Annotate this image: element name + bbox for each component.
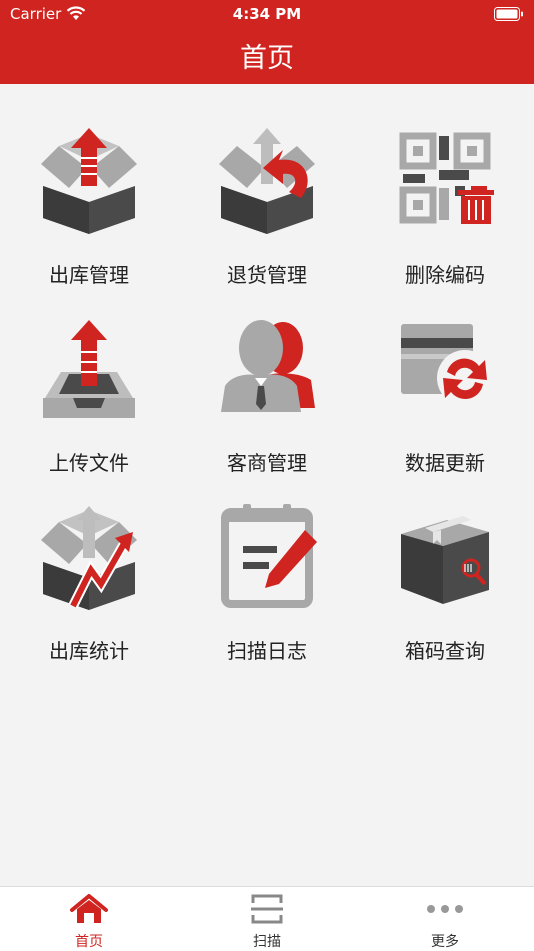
tile-customers[interactable]: 客商管理 (178, 272, 356, 475)
upload-tray-icon (43, 320, 135, 418)
card-refresh-icon (401, 324, 493, 406)
tab-label: 扫描 (253, 934, 281, 950)
outbound-stats-icon (41, 506, 137, 610)
tile-delete-code[interactable]: 删除编码 (356, 84, 534, 287)
function-grid: 出库管理 退货管理 删除编码 上传文件 客商管理 数据更新 出库统计 扫描日志 … (0, 84, 534, 884)
tile-outbound-stats[interactable]: 出库统计 (0, 460, 178, 663)
more-icon (427, 905, 463, 913)
clock: 4:34 PM (232, 5, 302, 23)
battery-icon (494, 7, 523, 21)
scan-icon (251, 894, 283, 924)
tab-bar: 首页 扫描 更多 (0, 886, 534, 951)
tile-box-search[interactable]: 箱码查询 (356, 460, 534, 663)
tab-label: 首页 (75, 934, 103, 950)
tab-scan[interactable]: 扫描 (178, 887, 356, 951)
tile-outbound[interactable]: 出库管理 (0, 84, 178, 287)
status-bar: Carrier 4:34 PM (0, 0, 534, 30)
tile-scan-log[interactable]: 扫描日志 (178, 460, 356, 663)
scan-log-icon (221, 504, 317, 608)
tab-home[interactable]: 首页 (0, 887, 178, 951)
return-box-icon (219, 128, 315, 234)
tile-returns[interactable]: 退货管理 (178, 84, 356, 287)
tile-label: 扫描日志 (227, 639, 307, 663)
page-title: 首页 (240, 43, 294, 74)
tile-upload[interactable]: 上传文件 (0, 272, 178, 475)
home-icon (70, 894, 108, 923)
customers-icon (221, 320, 315, 412)
outbound-box-icon (41, 128, 137, 234)
tab-label: 更多 (431, 934, 459, 950)
box-search-icon (401, 516, 489, 604)
tab-more[interactable]: 更多 (356, 887, 534, 951)
tile-label: 出库统计 (49, 639, 129, 663)
tile-data-update[interactable]: 数据更新 (356, 272, 534, 475)
top-bar: Carrier 4:34 PM 首页 (0, 0, 534, 84)
qr-delete-icon (399, 132, 494, 224)
tile-label: 箱码查询 (405, 639, 485, 663)
